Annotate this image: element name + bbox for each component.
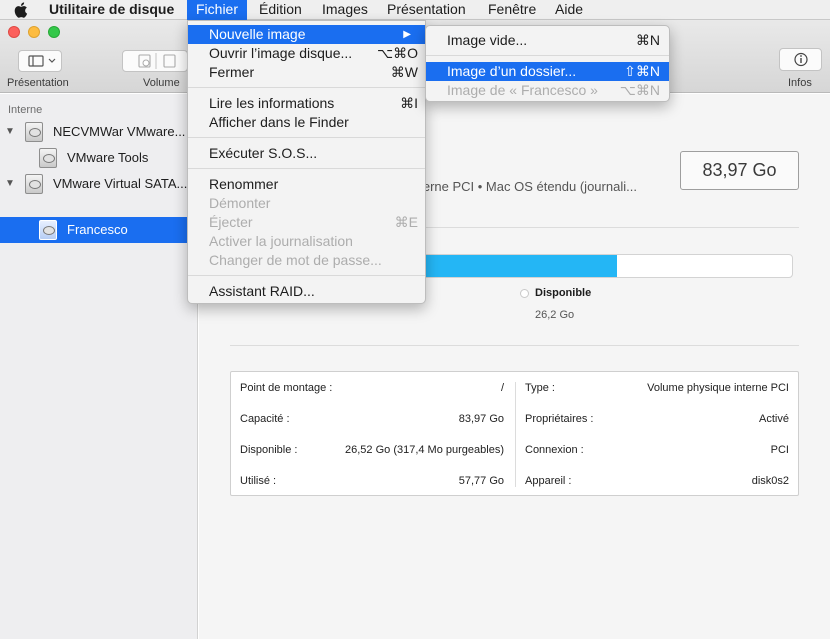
menu-item-ouvrir-image[interactable]: Ouvrir l’image disque... ⌥⌘O [188, 44, 425, 63]
menu-separator [188, 275, 425, 276]
submenu-arrow-icon: ▶ [403, 29, 411, 40]
sidebar-toggle-icon [28, 55, 56, 67]
sidebar-item-francesco[interactable]: Francesco [0, 217, 198, 243]
presentation-button[interactable] [18, 50, 62, 72]
info-value-type: Volume physique interne PCI [647, 382, 789, 394]
infos-button[interactable] [779, 48, 822, 71]
menu-item-nouvelle-image[interactable]: Nouvelle image ▶ [188, 25, 425, 44]
volume-add-remove-icon [138, 53, 176, 69]
menu-item-demonter: Démonter [209, 195, 271, 211]
fichier-menu: Nouvelle image ▶ Ouvrir l’image disque..… [187, 20, 426, 304]
menu-presentation[interactable]: Présentation [378, 0, 475, 20]
info-value-capacity: 83,97 Go [458, 413, 504, 425]
minimize-window-button[interactable] [28, 26, 40, 38]
presentation-label: Présentation [7, 77, 69, 89]
capacity-display: 83,97 Go [680, 151, 799, 190]
volume-icon [39, 220, 57, 240]
info-key-connection: Connexion : [525, 444, 584, 456]
info-value-available: 26,52 Go (317,4 Mo purgeables) [345, 444, 504, 456]
info-key-device: Appareil : [525, 475, 572, 487]
info-key-owners: Propriétaires : [525, 413, 594, 425]
disclosure-triangle-icon[interactable]: ▼ [5, 126, 15, 137]
menu-item-changer-mot-de-passe: Changer de mot de passe... [209, 252, 382, 268]
menu-item-ejecter: Éjecter ⌘E [209, 214, 418, 230]
menu-separator [188, 87, 425, 88]
menu-fichier[interactable]: Fichier [187, 0, 248, 20]
volume-icon [39, 148, 57, 168]
menu-aide[interactable]: Aide [546, 0, 592, 20]
info-value-device: disk0s2 [751, 475, 789, 487]
menu-item-renommer[interactable]: Renommer [188, 175, 425, 194]
available-legend-swatch [520, 289, 529, 298]
volume-subtitle: nterne PCI • Mac OS étendu (journali... [412, 179, 637, 194]
menu-item-lire-informations[interactable]: Lire les informations ⌘I [188, 94, 425, 113]
info-key-mount-point: Point de montage : [240, 382, 333, 394]
info-icon [794, 52, 808, 67]
apple-menu-icon[interactable] [10, 0, 32, 20]
menu-item-image-dossier[interactable]: Image d’un dossier... ⇧⌘N [426, 62, 669, 81]
info-key-capacity: Capacité : [240, 413, 290, 425]
info-value-owners: Activé [759, 413, 789, 425]
hard-disk-icon [25, 122, 43, 142]
menu-item-image-vide[interactable]: Image vide... ⌘N [426, 31, 669, 50]
sidebar-item-label: Francesco [67, 222, 128, 237]
menu-item-image-de-francesco: Image de « Francesco » ⌥⌘N [447, 82, 660, 98]
info-key-type: Type : [525, 382, 555, 394]
volume-button-group[interactable] [122, 50, 188, 72]
menu-fenetre[interactable]: Fenêtre [479, 0, 545, 20]
sidebar-item-label: VMware Tools [67, 150, 149, 165]
nouvelle-image-submenu: Image vide... ⌘N Image d’un dossier... ⇧⌘N… [425, 25, 670, 102]
info-value-mount-point: / [500, 382, 504, 394]
menu-item-afficher-finder[interactable]: Afficher dans le Finder [188, 113, 425, 132]
volume-info-table: Point de montage : / Capacité : 83,97 Go… [230, 371, 799, 496]
infos-label: Infos [788, 77, 812, 89]
menu-separator [426, 55, 669, 56]
sidebar-item-vmware-tools[interactable]: VMware Tools ⏏ [0, 145, 198, 171]
menu-images[interactable]: Images [313, 0, 377, 20]
sidebar-item-label: VMware Virtual SATA... [53, 176, 188, 191]
info-key-used: Utilisé : [240, 475, 277, 487]
sidebar-section-interne: Interne [8, 104, 43, 116]
column-divider [515, 382, 516, 487]
info-value-connection: PCI [770, 444, 789, 456]
available-legend-label: Disponible [535, 287, 592, 299]
info-value-used: 57,77 Go [458, 475, 504, 487]
menu-item-executer-sos[interactable]: Exécuter S.O.S... [188, 144, 425, 163]
sidebar-item-label: NECVMWar VMware... [53, 124, 186, 139]
disclosure-triangle-icon[interactable]: ▼ [5, 178, 15, 189]
menu-bar: Utilitaire de disque Fichier Édition Ima… [0, 0, 830, 20]
menu-item-assistant-raid[interactable]: Assistant RAID... [188, 282, 425, 301]
available-legend-value: 26,2 Go [535, 309, 575, 321]
menu-separator [188, 168, 425, 169]
app-menu[interactable]: Utilitaire de disque [40, 0, 183, 20]
info-key-available: Disponible : [240, 444, 298, 456]
menu-item-activer-journalisation: Activer la journalisation [209, 233, 353, 249]
divider [230, 345, 799, 346]
volume-label: Volume [143, 77, 180, 89]
menu-separator [188, 137, 425, 138]
close-window-button[interactable] [8, 26, 20, 38]
hard-disk-icon [25, 174, 43, 194]
menu-edition[interactable]: Édition [250, 0, 311, 20]
menu-item-fermer[interactable]: Fermer ⌘W [188, 63, 425, 82]
sidebar-item-vmware-virtual-sata[interactable]: ▼ VMware Virtual SATA... [0, 171, 198, 197]
sidebar: Interne ▼ NECVMWar VMware... VMware Tool… [0, 94, 198, 639]
zoom-window-button[interactable] [48, 26, 60, 38]
sidebar-item-necvmwar[interactable]: ▼ NECVMWar VMware... [0, 119, 198, 145]
